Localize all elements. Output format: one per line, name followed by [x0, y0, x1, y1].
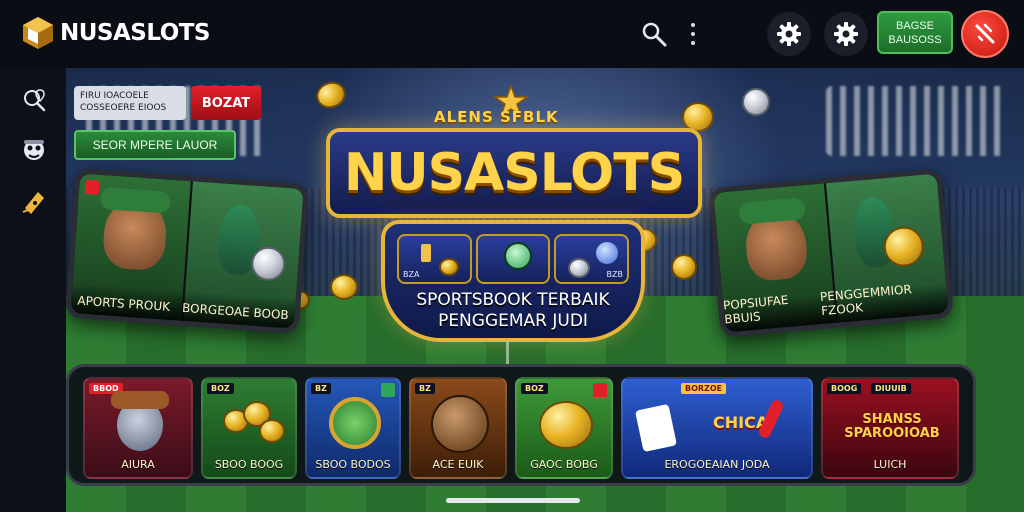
- game-tag: BOZ: [521, 383, 548, 394]
- game-tile[interactable]: BZ ACE EUIK: [409, 377, 507, 479]
- trophy: [250, 245, 287, 282]
- left-rail: [0, 68, 66, 512]
- search-icon: [642, 22, 667, 47]
- coin: [568, 258, 591, 278]
- game-tag: BZ: [415, 383, 435, 394]
- game-tag: BZ: [311, 383, 331, 394]
- promo-info-line-1: FIRU IOACOELE: [80, 91, 149, 101]
- playing-card-icon: [635, 403, 677, 453]
- game-tile[interactable]: BOOG DIUUIB SHANSS SPAROOIOAB LUICH: [821, 377, 959, 479]
- ticket-icon[interactable]: [20, 188, 48, 216]
- game-label: SBOO BODOS: [315, 458, 391, 471]
- more-menu-button[interactable]: [686, 20, 700, 48]
- gear-icon: [777, 22, 801, 46]
- promo-info-line-2: COSSEOERE EIOOS: [80, 103, 167, 113]
- top-bar: NUSASLOTS BAGSE BAUSOSS: [0, 0, 1024, 68]
- mascot-hat: [99, 186, 172, 214]
- search-location-icon[interactable]: [20, 86, 48, 114]
- chip-symbol-icon: [503, 242, 532, 270]
- hero-subtitle: SPORTSBOOK TERBAIK PENGGEMAR JUDI: [385, 290, 641, 332]
- home-indicator: [446, 498, 580, 503]
- tag-icon: [593, 383, 607, 397]
- mascot-icon[interactable]: [20, 136, 48, 164]
- hero-subtitle-line-1: SPORTSBOOK TERBAIK: [416, 290, 610, 310]
- hero-stage: FIRU IOACOELE COSSEOERE EIOOS BOZAT SEOR…: [66, 68, 1024, 512]
- coin: [259, 419, 285, 443]
- slot-reel: BZA: [397, 234, 472, 284]
- slot-reel: BZB: [554, 234, 630, 284]
- stadium-lights: [826, 86, 1006, 156]
- game-label: LUICH: [873, 458, 907, 471]
- game-tag-2: DIUUIB: [871, 383, 911, 394]
- game-tile[interactable]: BOZ GAOC BOBG: [515, 377, 613, 479]
- coin: [330, 274, 358, 300]
- game-tag: BORZOE: [681, 383, 727, 394]
- coin: [312, 77, 350, 113]
- hero-title: NUSASLOTS: [343, 143, 685, 203]
- app-title: NUSASLOTS: [60, 20, 211, 46]
- logo[interactable]: NUSASLOTS: [22, 16, 211, 50]
- hero-badge[interactable]: BZA BZB SPORTSBOOK TERBAIK PENGGEMAR JUD…: [381, 220, 645, 342]
- restricted-button[interactable]: [961, 10, 1009, 58]
- preferences-button[interactable]: [824, 12, 868, 56]
- balance-button[interactable]: BAGSE BAUSOSS: [877, 11, 953, 54]
- game-tile[interactable]: BBOD AIURA: [83, 377, 193, 479]
- tile-sign: SHANSS SPAROOIOAB: [844, 412, 940, 441]
- no-sign-icon: [975, 23, 995, 44]
- balance-line-1: BAGSE: [896, 19, 934, 32]
- game-tile[interactable]: BOZ SBOO BOOG: [201, 377, 297, 479]
- game-label: ACE EUIK: [432, 458, 484, 471]
- reel-label-3: BZB: [606, 270, 624, 279]
- phone-left-caption-2: BORGEOAE BOOB: [181, 300, 290, 323]
- phone-left-caption-1: APORTS PROUK: [76, 293, 171, 314]
- reel-label-1: BZA: [403, 270, 420, 279]
- phone-mockup-left: APORTS PROUK BORGEOAE BOOB: [66, 168, 309, 334]
- game-label: GAOC BOBG: [530, 458, 598, 471]
- tag-icon: [84, 179, 100, 195]
- game-tray: BBOD AIURA BOZ SBOO BOOG BZ SBOO BODOS B…: [66, 364, 976, 486]
- coin: [439, 258, 459, 276]
- game-tile[interactable]: BZ SBOO BODOS: [305, 377, 401, 479]
- hero-title-banner: NUSASLOTS: [326, 128, 702, 218]
- game-label: EROGOEAIAN JODA: [664, 458, 770, 471]
- promo-green-chip[interactable]: SEOR MPERE LAUOR: [74, 130, 236, 160]
- game-tile[interactable]: BORZOE CHICA EROGOEAIAN JODA: [621, 377, 813, 479]
- balance-line-2: BAUSOSS: [888, 33, 942, 46]
- food-plate-icon: [329, 397, 381, 449]
- slot-reel: [475, 234, 551, 284]
- ball-icon: [431, 395, 489, 453]
- hero-top-text: ALENS SFBLK: [434, 108, 559, 126]
- slot-reels: BZA BZB: [397, 234, 630, 284]
- coin: [671, 254, 697, 280]
- joker-hat: [111, 391, 169, 409]
- orb-symbol-icon: [596, 242, 619, 264]
- app-root: NUSASLOTS BAGSE BAUSOSS FIRU IOACOELE CO…: [0, 0, 1024, 512]
- game-tag: BOZ: [207, 383, 234, 394]
- game-label: AIURA: [121, 458, 155, 471]
- more-vertical-icon: [691, 22, 695, 27]
- logo-icon: [23, 17, 53, 49]
- search-button[interactable]: [640, 20, 668, 48]
- phone-mockup-right: POPSIUFAE BBUIS PENGGEMMIOR FZOOK: [707, 168, 955, 338]
- tag-icon: [381, 383, 395, 397]
- coin: [539, 401, 593, 449]
- game-tag: BOOG: [827, 383, 862, 394]
- game-label: SBOO BOOG: [214, 458, 284, 471]
- settings-button[interactable]: [767, 12, 811, 56]
- bar-symbol-icon: [421, 244, 431, 262]
- gear-icon: [834, 22, 858, 46]
- coin: [742, 88, 770, 116]
- hero-subtitle-line-2: PENGGEMAR JUDI: [438, 311, 588, 331]
- promo-info-chip[interactable]: FIRU IOACOELE COSSEOERE EIOOS: [74, 86, 186, 120]
- promo-red-chip[interactable]: BOZAT: [191, 86, 261, 120]
